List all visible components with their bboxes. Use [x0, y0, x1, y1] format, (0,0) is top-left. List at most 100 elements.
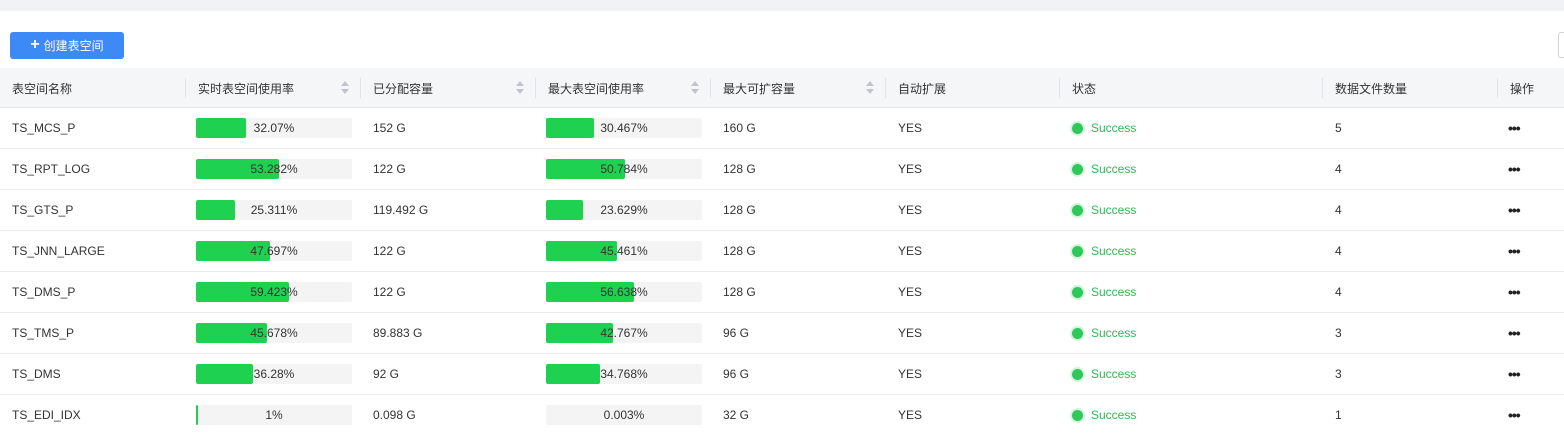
auto-extend: YES — [898, 285, 923, 299]
table-header: 表空间名称 实时表空间使用率 已分配容量 最大表空间使用率 最大可扩容量 自动扩… — [0, 68, 1564, 108]
realtime-usage-bar: 45.678% — [196, 323, 352, 343]
status-cell: Success — [1060, 108, 1323, 148]
actions-cell: ••• — [1498, 395, 1564, 434]
sort-icon[interactable] — [691, 81, 699, 95]
max-extend-capacity: 128 G — [723, 285, 756, 299]
max-extend-capacity: 160 G — [723, 121, 756, 135]
column-header-auto-extend: 自动扩展 — [886, 68, 1060, 108]
create-tablespace-button[interactable]: + 创建表空间 — [10, 32, 124, 59]
max-extend-capacity: 128 G — [723, 162, 756, 176]
max-usage-bar: 56.638% — [546, 282, 702, 302]
status-dot-icon — [1072, 327, 1083, 339]
realtime-usage-text: 32.07% — [253, 121, 295, 135]
allocated-capacity: 89.883 G — [373, 326, 423, 340]
status-badge: Success — [1072, 285, 1136, 299]
right-edge-control[interactable] — [1558, 32, 1564, 58]
tablespace-name: TS_JNN_LARGE — [12, 244, 105, 258]
more-actions-icon[interactable]: ••• — [1508, 202, 1521, 218]
create-tablespace-label: 创建表空间 — [43, 39, 104, 53]
max-usage-cell: 0.003% — [536, 395, 711, 434]
max-usage-text: 23.629% — [600, 203, 648, 217]
auto-extend: YES — [898, 121, 923, 135]
table-body: TS_MCS_P 32.07% 152 G 30.467% 160 G YES Succes… — [0, 108, 1564, 434]
sort-icon[interactable] — [516, 81, 524, 95]
more-actions-icon[interactable]: ••• — [1508, 407, 1521, 423]
status-text: Success — [1091, 203, 1137, 217]
max-usage-bar: 45.461% — [546, 241, 702, 261]
sort-icon[interactable] — [866, 81, 874, 95]
more-actions-icon[interactable]: ••• — [1508, 366, 1521, 382]
status-dot-icon — [1072, 286, 1083, 298]
data-file-count: 4 — [1335, 285, 1342, 299]
column-header-status: 状态 — [1060, 68, 1323, 108]
max-usage-cell: 56.638% — [536, 272, 711, 312]
tablespace-name: TS_DMS_P — [12, 285, 76, 299]
realtime-usage-bar: 59.423% — [196, 282, 352, 302]
allocated-capacity: 122 G — [373, 285, 406, 299]
realtime-usage-cell: 1% — [186, 395, 361, 434]
allocated-capacity: 122 G — [373, 162, 406, 176]
more-actions-icon[interactable]: ••• — [1508, 161, 1521, 177]
column-header-max-usage[interactable]: 最大表空间使用率 — [536, 68, 711, 108]
auto-extend: YES — [898, 162, 923, 176]
status-dot-icon — [1072, 122, 1083, 134]
status-text: Success — [1091, 408, 1137, 422]
status-cell: Success — [1060, 272, 1323, 312]
table-row: TS_MCS_P 32.07% 152 G 30.467% 160 G YES Succes… — [0, 108, 1564, 149]
status-dot-icon — [1072, 204, 1083, 216]
max-usage-bar: 50.784% — [546, 159, 702, 179]
actions-cell: ••• — [1498, 313, 1564, 353]
max-usage-text: 56.638% — [600, 285, 648, 299]
column-header-actions: 操作 — [1510, 81, 1535, 96]
status-badge: Success — [1072, 408, 1136, 422]
auto-extend: YES — [898, 203, 923, 217]
more-actions-icon[interactable]: ••• — [1508, 325, 1521, 341]
status-dot-icon — [1072, 163, 1083, 175]
actions-cell: ••• — [1498, 149, 1564, 189]
max-usage-cell: 42.767% — [536, 313, 711, 353]
max-usage-text: 30.467% — [600, 121, 648, 135]
realtime-usage-text: 25.311% — [250, 203, 298, 217]
realtime-usage-text: 36.28% — [253, 367, 295, 381]
max-usage-bar: 0.003% — [546, 405, 702, 425]
allocated-capacity: 152 G — [373, 121, 406, 135]
realtime-usage-bar: 1% — [196, 405, 352, 425]
column-header-allocated[interactable]: 已分配容量 — [361, 68, 536, 108]
table-row: TS_JNN_LARGE 47.697% 122 G 45.461% 128 G YES S… — [0, 231, 1564, 272]
status-cell: Success — [1060, 190, 1323, 230]
data-file-count: 3 — [1335, 326, 1342, 340]
max-extend-capacity: 32 G — [723, 408, 750, 422]
max-usage-cell: 45.461% — [536, 231, 711, 271]
status-badge: Success — [1072, 203, 1136, 217]
status-text: Success — [1091, 162, 1137, 176]
tablespace-table: 表空间名称 实时表空间使用率 已分配容量 最大表空间使用率 最大可扩容量 自动扩… — [0, 68, 1564, 434]
allocated-capacity: 119.492 G — [373, 203, 429, 217]
realtime-usage-bar: 53.282% — [196, 159, 352, 179]
status-dot-icon — [1072, 245, 1083, 257]
realtime-usage-cell: 36.28% — [186, 354, 361, 394]
realtime-usage-cell: 45.678% — [186, 313, 361, 353]
status-cell: Success — [1060, 313, 1323, 353]
realtime-usage-bar: 32.07% — [196, 118, 352, 138]
auto-extend: YES — [898, 244, 923, 258]
more-actions-icon[interactable]: ••• — [1508, 120, 1521, 136]
column-header-realtime-usage[interactable]: 实时表空间使用率 — [186, 68, 361, 108]
auto-extend: YES — [898, 408, 923, 422]
column-header-max-extend[interactable]: 最大可扩容量 — [711, 68, 886, 108]
allocated-capacity: 122 G — [373, 244, 406, 258]
status-cell: Success — [1060, 231, 1323, 271]
column-header-name: 表空间名称 — [0, 68, 186, 108]
actions-cell: ••• — [1498, 108, 1564, 148]
status-badge: Success — [1072, 326, 1136, 340]
sort-icon[interactable] — [341, 81, 349, 95]
realtime-usage-cell: 47.697% — [186, 231, 361, 271]
more-actions-icon[interactable]: ••• — [1508, 284, 1521, 300]
data-file-count: 4 — [1335, 244, 1342, 258]
max-extend-capacity: 96 G — [723, 367, 750, 381]
auto-extend: YES — [898, 326, 923, 340]
allocated-capacity: 0.098 G — [373, 408, 416, 422]
realtime-usage-text: 59.423% — [250, 285, 298, 299]
more-actions-icon[interactable]: ••• — [1508, 243, 1521, 259]
table-row: TS_DMS_P 59.423% 122 G 56.638% 128 G YES Succe… — [0, 272, 1564, 313]
actions-cell: ••• — [1498, 190, 1564, 230]
